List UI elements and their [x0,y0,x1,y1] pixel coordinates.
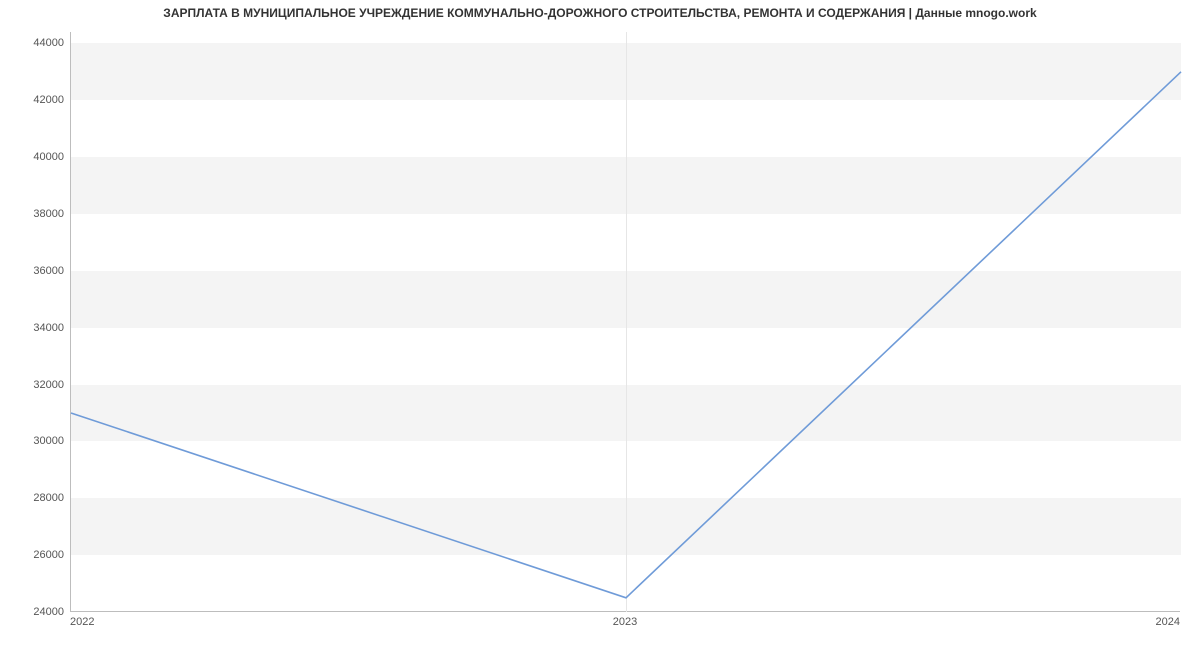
y-tick-label: 42000 [6,94,64,106]
x-tick-label: 2024 [1156,616,1180,628]
y-tick-label: 24000 [6,606,64,618]
y-tick-label: 36000 [6,265,64,277]
y-tick-label: 40000 [6,151,64,163]
x-tick-label: 2023 [613,616,637,628]
line-chart: ЗАРПЛАТА В МУНИЦИПАЛЬНОЕ УЧРЕЖДЕНИЕ КОММ… [0,0,1200,650]
y-tick-label: 26000 [6,549,64,561]
y-tick-label: 44000 [6,37,64,49]
y-tick-label: 28000 [6,492,64,504]
chart-title: ЗАРПЛАТА В МУНИЦИПАЛЬНОЕ УЧРЕЖДЕНИЕ КОММ… [0,6,1200,20]
plot-area [70,32,1180,612]
line-layer [71,32,1181,612]
y-tick-label: 30000 [6,435,64,447]
y-tick-label: 34000 [6,322,64,334]
x-tick-label: 2022 [70,616,94,628]
y-tick-label: 38000 [6,208,64,220]
y-tick-label: 32000 [6,379,64,391]
series-line [71,72,1181,598]
